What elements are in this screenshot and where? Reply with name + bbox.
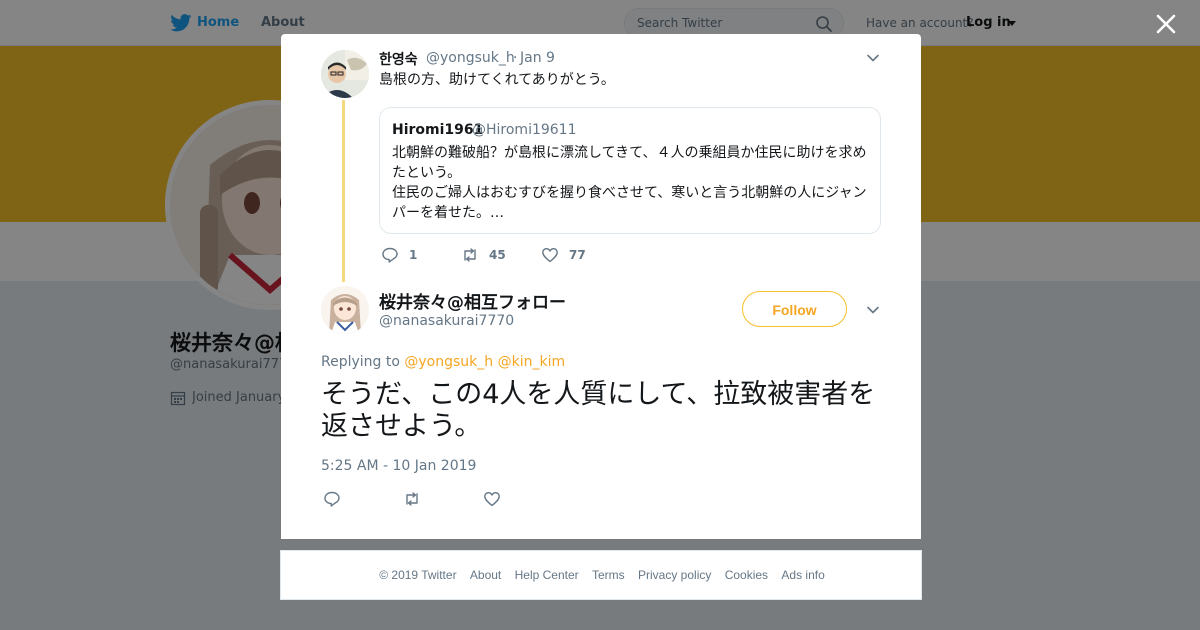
chevron-down-icon[interactable] bbox=[865, 302, 881, 318]
dot-separator: · bbox=[513, 50, 518, 66]
modal-footer: © 2019 Twitter About Help Center Terms P… bbox=[280, 550, 922, 600]
parent-author-avatar[interactable] bbox=[321, 50, 369, 98]
footer-link-ads-info[interactable]: Ads info bbox=[781, 568, 824, 582]
close-icon[interactable] bbox=[1154, 12, 1178, 36]
mention-link[interactable]: @kin_kim bbox=[498, 354, 566, 370]
like-count: 77 bbox=[569, 248, 586, 262]
replying-to-line: Replying to @yongsuk_h @kin_kim bbox=[321, 354, 565, 370]
footer-links: © 2019 Twitter About Help Center Terms P… bbox=[281, 568, 923, 582]
reply-count: 1 bbox=[409, 248, 418, 262]
heart-icon[interactable] bbox=[541, 246, 559, 264]
parent-tweet-text: 島根の方、助けてくれてありがとう。 bbox=[379, 72, 615, 88]
quoted-tweet-card[interactable]: Hiromi1961 @Hiromi19611 北朝鮮の難破船？が島根に漂流して… bbox=[379, 107, 881, 234]
footer-link-help-center[interactable]: Help Center bbox=[515, 568, 579, 582]
footer-link-about[interactable]: About bbox=[470, 568, 501, 582]
main-author-avatar[interactable] bbox=[321, 286, 369, 334]
retweet-icon[interactable] bbox=[461, 246, 479, 264]
tweet-modal: 한영숙 @yongsuk_h · Jan 9 島根の方、助けてくれてありがとう。… bbox=[281, 34, 921, 539]
follow-button[interactable]: Follow bbox=[742, 291, 847, 327]
quoted-text-line: 北朝鮮の難破船？が島根に漂流してきて、４人の乗組員か住民に助けを求めたという。 bbox=[392, 145, 867, 181]
quoted-tweet-text: 北朝鮮の難破船？が島根に漂流してきて、４人の乗組員か住民に助けを求めたという。 … bbox=[392, 143, 872, 223]
quoted-author-handle: @Hiromi19611 bbox=[472, 122, 577, 138]
footer-link-cookies[interactable]: Cookies bbox=[725, 568, 768, 582]
main-tweet-text: そうだ、この4人を人質にして、拉致被害者を返させよう。 bbox=[321, 379, 876, 442]
replying-to-label: Replying to bbox=[321, 354, 400, 370]
reply-icon[interactable] bbox=[323, 490, 341, 508]
footer-link-privacy[interactable]: Privacy policy bbox=[638, 568, 711, 582]
tweet-timestamp[interactable]: 5:25 AM - 10 Jan 2019 bbox=[321, 458, 476, 474]
reply-icon[interactable] bbox=[381, 246, 399, 264]
footer-link-terms[interactable]: Terms bbox=[592, 568, 625, 582]
thread-connector bbox=[342, 100, 345, 282]
retweet-count: 45 bbox=[489, 248, 506, 262]
parent-author-name[interactable]: 한영숙 bbox=[379, 49, 418, 69]
retweet-icon[interactable] bbox=[403, 490, 421, 508]
main-author-handle[interactable]: @nanasakurai7770 bbox=[379, 313, 514, 329]
quoted-author-name: Hiromi1961 bbox=[392, 122, 484, 138]
heart-icon[interactable] bbox=[483, 490, 501, 508]
man-avatar-image bbox=[321, 50, 369, 98]
anime-girl-avatar-image bbox=[321, 286, 369, 334]
quoted-text-line: 住民のご婦人はおむすびを握り食べさせて、寒いと言う北朝鮮の人にジャンパーを着せた… bbox=[392, 185, 867, 221]
main-author-name[interactable]: 桜井奈々@相互フォロー bbox=[379, 288, 566, 313]
mention-link[interactable]: @yongsuk_h bbox=[404, 354, 493, 370]
parent-author-handle[interactable]: @yongsuk_h bbox=[426, 50, 515, 66]
footer-copyright: © 2019 Twitter bbox=[379, 568, 457, 582]
parent-tweet-date[interactable]: Jan 9 bbox=[520, 50, 555, 66]
chevron-down-icon[interactable] bbox=[865, 50, 881, 66]
